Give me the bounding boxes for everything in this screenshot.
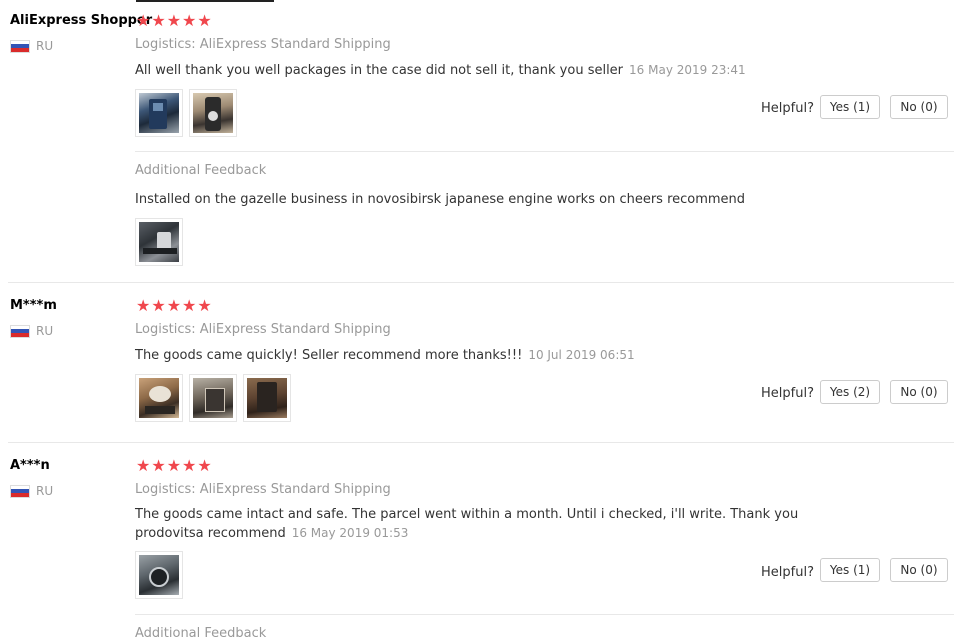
helpful-yes-button[interactable]: Yes (1)	[820, 558, 880, 582]
logistics-value: AliExpress Standard Shipping	[199, 482, 391, 497]
star-icon: ★	[182, 11, 197, 30]
reviewer-name: A***n	[10, 458, 50, 473]
country-code: RU	[36, 324, 54, 338]
russia-flag-icon	[10, 484, 30, 498]
review-divider	[8, 282, 954, 283]
review-date: 16 May 2019 23:41	[629, 63, 746, 77]
star-icon: ★	[151, 11, 166, 30]
star-icon: ★	[136, 456, 151, 475]
star-icon: ★	[197, 456, 212, 475]
russia-flag-icon	[10, 39, 30, 53]
review-divider	[8, 442, 954, 443]
helpful-no-button[interactable]: No (0)	[890, 558, 948, 582]
logistics-value: AliExpress Standard Shipping	[199, 322, 391, 337]
review-photo-thumbnail[interactable]	[189, 89, 237, 137]
reviewer-name: M***m	[10, 298, 57, 313]
country-code: RU	[36, 39, 54, 53]
review-photo-thumbnail[interactable]	[135, 374, 183, 422]
helpful-no-button[interactable]: No (0)	[890, 95, 948, 119]
reviewer-country: RU	[10, 484, 53, 498]
logistics-value: AliExpress Standard Shipping	[199, 37, 391, 52]
star-rating: ★ ★ ★ ★ ★	[136, 298, 212, 314]
review-date: 16 May 2019 01:53	[291, 526, 409, 540]
logistics-label: Logistics:	[135, 482, 196, 497]
review-text: All well thank you well packages in the …	[135, 61, 935, 80]
star-icon: ★	[182, 456, 197, 475]
helpful-yes-button[interactable]: Yes (1)	[820, 95, 880, 119]
country-code: RU	[36, 484, 54, 498]
logistics-info: Logistics: AliExpress Standard Shipping	[135, 482, 391, 497]
star-icon: ★	[197, 11, 212, 30]
review-text: The goods came quickly! Seller recommend…	[135, 346, 935, 365]
reviewer-country: RU	[10, 39, 53, 53]
star-icon: ★	[182, 296, 197, 315]
review-body: The goods came intact and safe. The parc…	[135, 507, 799, 541]
star-icon: ★	[136, 296, 151, 315]
star-icon: ★	[166, 296, 182, 315]
russia-flag-icon	[10, 324, 30, 338]
review-text: The goods came intact and safe. The parc…	[135, 506, 835, 543]
reviewer-name: AliExpress Shopper	[10, 13, 153, 28]
star-icon: ★	[151, 456, 166, 475]
star-rating: ★ ★ ★ ★ ★	[136, 458, 212, 474]
logistics-label: Logistics:	[135, 37, 196, 52]
helpful-label: Helpful?	[761, 565, 814, 580]
review-date: 10 Jul 2019 06:51	[528, 348, 635, 362]
star-icon: ★	[151, 296, 166, 315]
review-photos	[135, 551, 183, 599]
helpful-label: Helpful?	[761, 386, 814, 401]
additional-feedback-title: Additional Feedback	[135, 163, 267, 178]
feedback-divider	[135, 614, 954, 615]
reviewer-country: RU	[10, 324, 53, 338]
helpful-yes-button[interactable]: Yes (2)	[820, 380, 880, 404]
helpful-label: Helpful?	[761, 101, 814, 116]
review-body: All well thank you well packages in the …	[135, 63, 624, 78]
additional-feedback-text: Installed on the gazelle business in nov…	[135, 192, 746, 207]
review-photo-thumbnail[interactable]	[135, 551, 183, 599]
helpful-no-button[interactable]: No (0)	[890, 380, 948, 404]
review-photo-thumbnail[interactable]	[189, 374, 237, 422]
logistics-label: Logistics:	[135, 322, 196, 337]
logistics-info: Logistics: AliExpress Standard Shipping	[135, 37, 391, 52]
star-rating: ★ ★ ★ ★ ★	[136, 13, 212, 29]
star-icon: ★	[166, 11, 182, 30]
review-photo-thumbnail[interactable]	[135, 89, 183, 137]
additional-feedback-photos	[135, 218, 183, 266]
logistics-info: Logistics: AliExpress Standard Shipping	[135, 322, 391, 337]
additional-feedback-title: Additional Feedback	[135, 626, 267, 641]
review-photos	[135, 89, 237, 137]
feedback-divider	[135, 151, 954, 152]
review-photo-thumbnail[interactable]	[243, 374, 291, 422]
star-icon: ★	[166, 456, 182, 475]
review-photos	[135, 374, 291, 422]
star-icon: ★	[197, 296, 212, 315]
review-photo-thumbnail[interactable]	[135, 218, 183, 266]
review-body: The goods came quickly! Seller recommend…	[135, 348, 523, 363]
active-tab-indicator	[136, 0, 274, 2]
star-icon: ★	[136, 11, 151, 30]
